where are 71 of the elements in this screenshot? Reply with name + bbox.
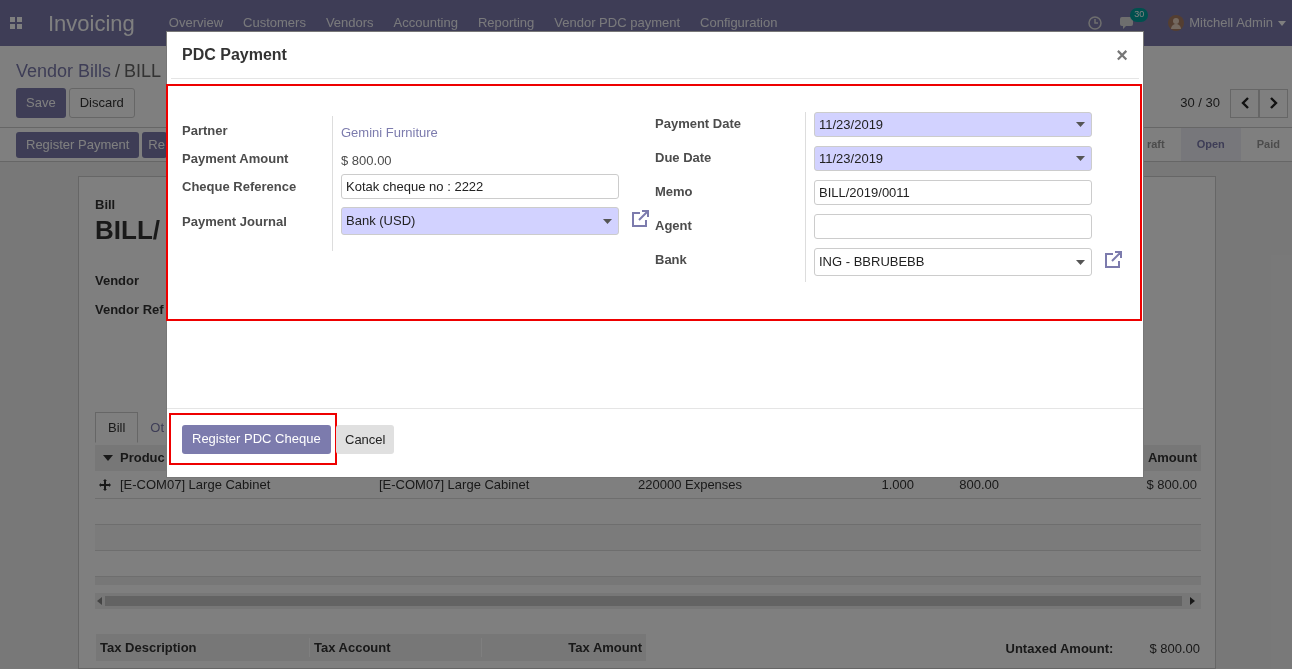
sort-caret-icon (103, 455, 113, 461)
external-link-button[interactable] (631, 210, 650, 227)
scroll-right-icon (1190, 597, 1195, 605)
column-header: Amount (1146, 449, 1197, 468)
previous-button[interactable] (1230, 88, 1259, 118)
message-count-badge: 30 (1130, 8, 1149, 22)
table-cell-text: $ 800.00 (1145, 475, 1197, 494)
close-button[interactable]: × (1116, 45, 1128, 65)
document-type: Bill (95, 196, 117, 214)
previous-icon (1240, 97, 1249, 109)
input-field[interactable]: Kotak cheque no : 2222 (341, 174, 619, 199)
document-title: BILL/ (95, 214, 160, 245)
breadcrumb-link[interactable]: Vendor Bills (16, 58, 112, 82)
external-link-button[interactable] (1104, 251, 1123, 268)
field-label: Partner (182, 122, 229, 140)
next-icon (1269, 97, 1278, 109)
action-button[interactable]: Register Payment (16, 131, 140, 158)
caret-icon (603, 218, 612, 224)
input-field[interactable]: BILL/2019/0011 (814, 180, 1092, 205)
column-header: Produc (120, 449, 166, 468)
action-button[interactable]: Re (142, 131, 167, 158)
table-cell-text: [E-COM07] Large Cabinet (120, 475, 272, 494)
field-label: Agent (655, 217, 693, 235)
caret-icon (1076, 259, 1085, 265)
discard-button[interactable]: Discard (68, 88, 135, 118)
field-label: Vendor Ref (95, 301, 164, 319)
cancel-button[interactable]: Cancel (336, 425, 395, 454)
breadcrumb-separator: / (115, 60, 121, 82)
tab[interactable]: Bill (95, 412, 139, 443)
table-cell-text: 220000 Expenses (638, 475, 744, 494)
table-cell-text: [E-COM07] Large Cabinet (379, 475, 531, 494)
field-label: Payment Journal (182, 213, 288, 231)
field-value: $ 800.00 (341, 152, 392, 170)
pager-value: 30 / 30 (1180, 94, 1220, 113)
dialog-title: PDC Payment (182, 45, 287, 65)
input-field[interactable] (814, 214, 1092, 239)
field-label: Bank (655, 251, 688, 269)
field-label: Vendor (95, 271, 140, 290)
next-button[interactable] (1259, 88, 1288, 118)
field-label: Memo (655, 183, 694, 201)
dropdown-field[interactable]: Bank (USD) (341, 207, 619, 235)
caret-icon (1278, 20, 1286, 26)
dropdown-field[interactable]: ING - BBRUBEBB (814, 248, 1092, 276)
register-button[interactable]: Register PDC Cheque (182, 424, 331, 454)
status-step[interactable]: Open (1180, 128, 1241, 161)
table-cell-text: 1.000 (880, 475, 914, 494)
external-link-icon (1104, 251, 1123, 268)
app-title: Invoicing (48, 9, 135, 38)
total-value: $ 800.00 (1149, 640, 1200, 658)
field-label: Payment Date (655, 115, 742, 133)
save-button[interactable]: Save (16, 88, 66, 118)
caret-icon (1076, 156, 1085, 161)
drag-handle-icon (99, 478, 111, 491)
apps-menu-icon (10, 17, 22, 29)
total-label: Untaxed Amount: (1005, 640, 1114, 658)
table-cell-text: 800.00 (958, 475, 999, 494)
field-label: Payment Amount (182, 150, 290, 168)
clock-icon (1088, 16, 1103, 30)
field-label: Due Date (655, 149, 713, 167)
external-link-icon (631, 210, 650, 227)
field-label: Cheque Reference (182, 178, 298, 196)
dropdown-field[interactable]: 11/23/2019 (814, 112, 1092, 137)
dropdown-field[interactable]: 11/23/2019 (814, 146, 1092, 171)
partner-link[interactable]: Gemini Furniture (341, 116, 438, 143)
breadcrumb-current: BILL (124, 60, 162, 82)
column-header: Tax Account (309, 637, 481, 658)
column-header: Tax Amount (481, 637, 646, 658)
scroll-left-icon (97, 597, 102, 605)
avatar-icon (1168, 15, 1185, 31)
column-header: Tax Description (99, 638, 198, 657)
horizontal-scrollbar[interactable] (95, 593, 1201, 609)
